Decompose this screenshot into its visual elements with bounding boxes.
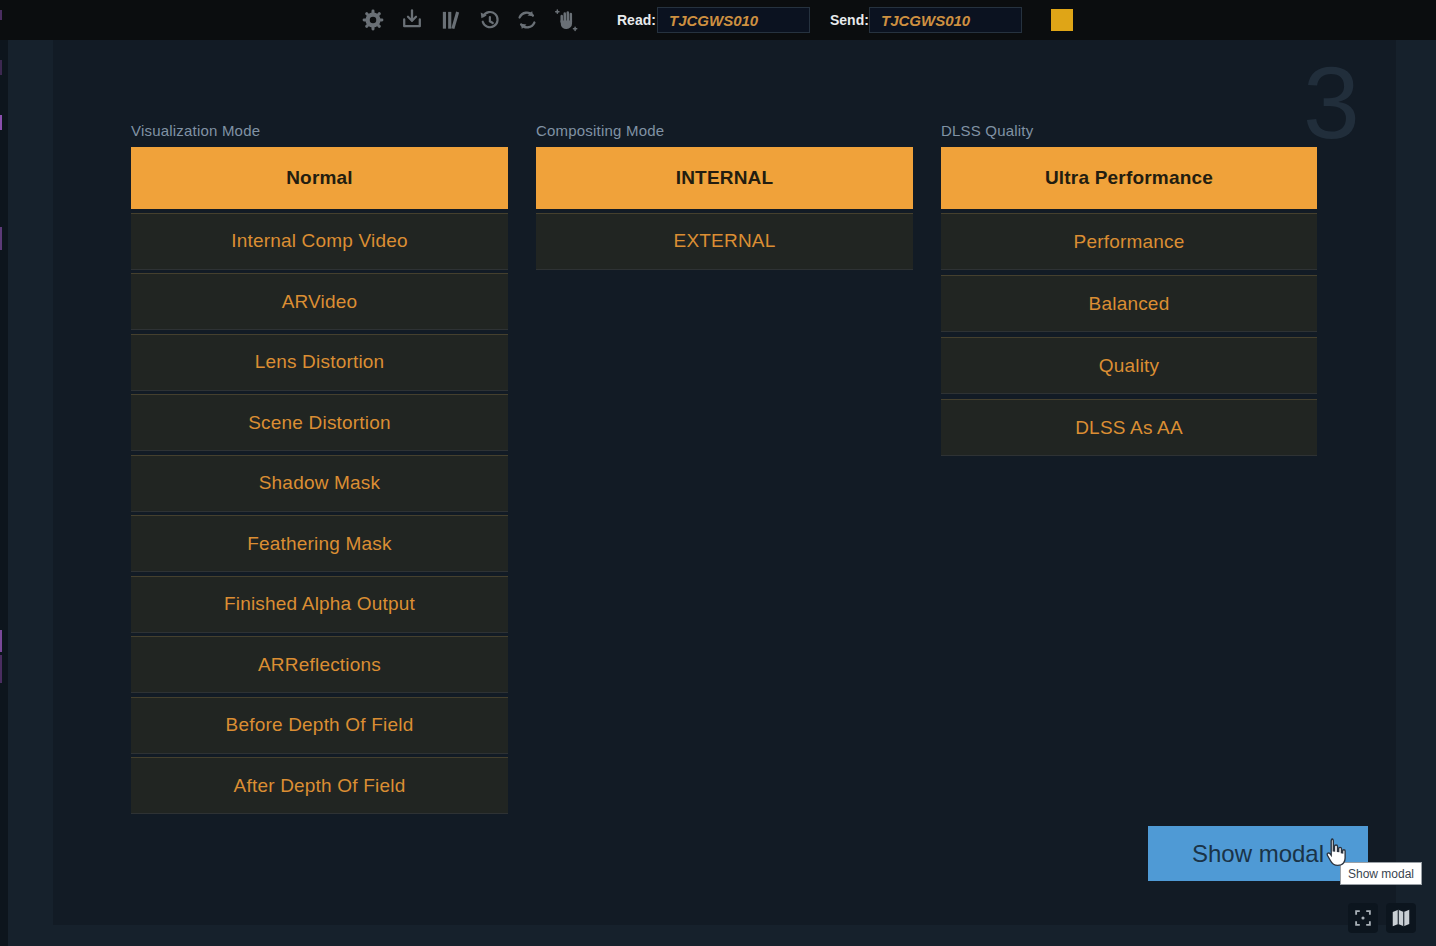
visualization-mode-header: Visualization Mode bbox=[131, 121, 508, 140]
status-indicator bbox=[1051, 9, 1073, 31]
app-window: Read: Send: 3 Visualization Mode Normal … bbox=[0, 0, 1436, 946]
settings-icon[interactable] bbox=[360, 7, 386, 33]
dlss-quality-header: DLSS Quality bbox=[941, 121, 1317, 140]
library-icon[interactable] bbox=[437, 7, 463, 33]
read-label: Read: bbox=[617, 12, 656, 28]
fullscreen-button[interactable] bbox=[1348, 903, 1378, 933]
option-performance[interactable]: Performance bbox=[941, 213, 1317, 270]
option-arreflections[interactable]: ARReflections bbox=[131, 636, 508, 693]
option-quality[interactable]: Quality bbox=[941, 337, 1317, 394]
map-button[interactable] bbox=[1386, 903, 1416, 933]
page-number-watermark: 3 bbox=[1303, 52, 1360, 154]
option-external[interactable]: EXTERNAL bbox=[536, 213, 913, 270]
option-normal[interactable]: Normal bbox=[131, 147, 508, 209]
option-internal[interactable]: INTERNAL bbox=[536, 147, 913, 209]
visualization-mode-group: Visualization Mode Normal Internal Comp … bbox=[131, 121, 508, 818]
option-balanced[interactable]: Balanced bbox=[941, 275, 1317, 332]
option-feathering-mask[interactable]: Feathering Mask bbox=[131, 515, 508, 572]
history-icon[interactable] bbox=[476, 7, 502, 33]
option-before-depth-of-field[interactable]: Before Depth Of Field bbox=[131, 697, 508, 754]
read-input[interactable] bbox=[657, 7, 810, 33]
send-input[interactable] bbox=[869, 7, 1022, 33]
refresh-icon[interactable] bbox=[514, 7, 540, 33]
option-shadow-mask[interactable]: Shadow Mask bbox=[131, 455, 508, 512]
option-lens-distortion[interactable]: Lens Distortion bbox=[131, 334, 508, 391]
option-dlss-as-aa[interactable]: DLSS As AA bbox=[941, 399, 1317, 456]
option-finished-alpha-output[interactable]: Finished Alpha Output bbox=[131, 576, 508, 633]
compositing-mode-header: Compositing Mode bbox=[536, 121, 913, 140]
send-label: Send: bbox=[830, 12, 869, 28]
screen-edge-artifact bbox=[0, 0, 2, 946]
compositing-mode-group: Compositing Mode INTERNAL EXTERNAL bbox=[536, 121, 913, 273]
hand-gesture-icon[interactable] bbox=[553, 7, 579, 33]
option-internal-comp-video[interactable]: Internal Comp Video bbox=[131, 213, 508, 270]
option-after-depth-of-field[interactable]: After Depth Of Field bbox=[131, 757, 508, 814]
download-icon[interactable] bbox=[399, 7, 425, 33]
mouse-cursor-icon bbox=[1322, 837, 1348, 871]
option-ultra-performance[interactable]: Ultra Performance bbox=[941, 147, 1317, 209]
toolbar: Read: Send: bbox=[0, 0, 1436, 40]
option-arvideo[interactable]: ARVideo bbox=[131, 273, 508, 330]
show-modal-tooltip: Show modal bbox=[1340, 862, 1422, 885]
option-scene-distortion[interactable]: Scene Distortion bbox=[131, 394, 508, 451]
dlss-quality-group: DLSS Quality Ultra Performance Performan… bbox=[941, 121, 1317, 461]
